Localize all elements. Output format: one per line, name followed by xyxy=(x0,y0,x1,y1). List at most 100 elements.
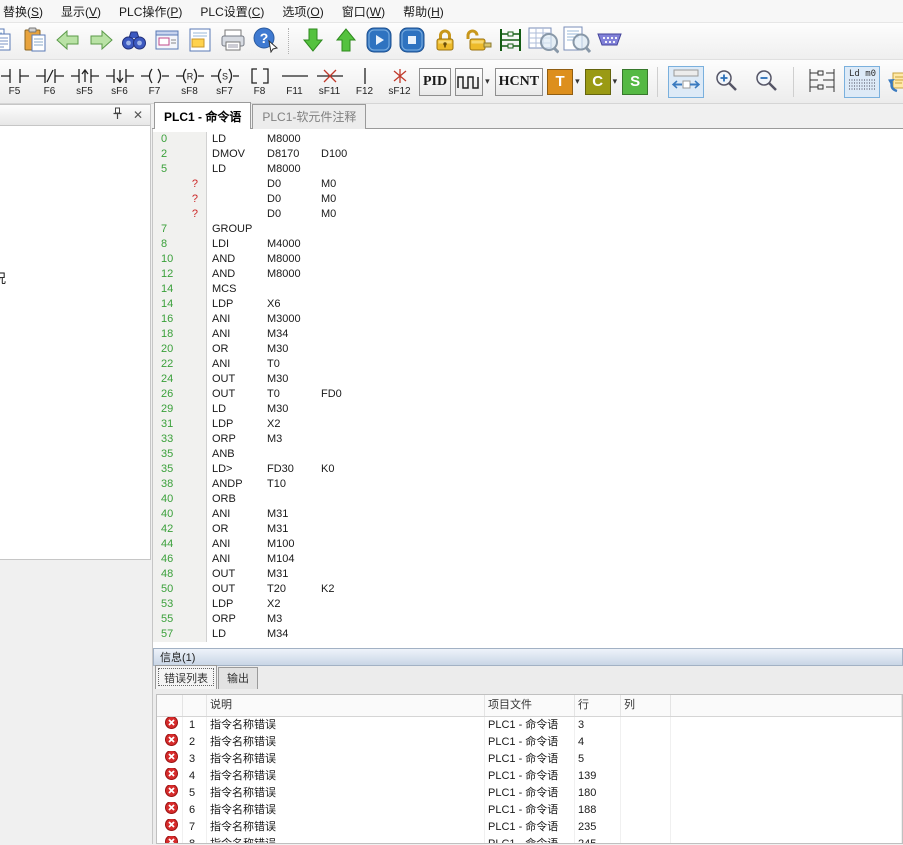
menu-v[interactable]: 显示(V) xyxy=(52,0,110,23)
code-line[interactable]: 22ANIT0 xyxy=(153,357,903,372)
doc-monitor-button[interactable] xyxy=(560,25,593,57)
upload-button[interactable] xyxy=(329,25,362,57)
header-description[interactable]: 说明 xyxy=(207,695,485,716)
coil-out-button[interactable]: F7 xyxy=(137,62,172,102)
error-row[interactable]: 7指令名称错误PLC1 - 命令语235 xyxy=(157,819,902,836)
code-line[interactable]: 42ORM31 xyxy=(153,522,903,537)
code-line[interactable]: 40ORB xyxy=(153,492,903,507)
code-line[interactable]: 2DMOVD8170D100 xyxy=(153,147,903,162)
zoom-out-button[interactable] xyxy=(748,66,784,98)
code-line[interactable]: 53LDPX2 xyxy=(153,597,903,612)
error-row[interactable]: 4指令名称错误PLC1 - 命令语139 xyxy=(157,768,902,785)
horizontal-line-button[interactable]: F11 xyxy=(277,62,312,102)
counter-button[interactable]: C xyxy=(585,69,611,95)
code-line[interactable]: 31LDPX2 xyxy=(153,417,903,432)
copy-button[interactable] xyxy=(0,25,18,57)
code-line[interactable]: 10ANDM8000 xyxy=(153,252,903,267)
code-line[interactable]: 24OUTM30 xyxy=(153,372,903,387)
tab-plc1-instruction-list[interactable]: PLC1 - 命令语 xyxy=(154,102,251,129)
pin-icon[interactable] xyxy=(112,107,123,123)
code-line[interactable]: 14MCS xyxy=(153,282,903,297)
error-row[interactable]: 8指令名称错误PLC1 - 命令语245 xyxy=(157,836,902,844)
find-dialog-button[interactable] xyxy=(150,25,183,57)
stop-button[interactable] xyxy=(395,25,428,57)
code-line[interactable]: 26OUTT0FD0 xyxy=(153,387,903,402)
code-line[interactable]: 35LD>FD30K0 xyxy=(153,462,903,477)
code-line[interactable]: 35ANB xyxy=(153,447,903,462)
run-button[interactable] xyxy=(362,25,395,57)
header-project-file[interactable]: 项目文件 xyxy=(485,695,575,716)
contact-rising-button[interactable]: sF5 xyxy=(67,62,102,102)
code-line[interactable]: 38ANDPT10 xyxy=(153,477,903,492)
counter-dropdown-icon[interactable]: ▾ xyxy=(613,76,618,87)
print-button[interactable] xyxy=(216,25,249,57)
code-line[interactable]: 12ANDM8000 xyxy=(153,267,903,282)
code-line[interactable]: ?D0M0 xyxy=(153,177,903,192)
error-row[interactable]: 6指令名称错误PLC1 - 命令语188 xyxy=(157,802,902,819)
forward-button[interactable] xyxy=(84,25,117,57)
code-line[interactable]: 57LDM34 xyxy=(153,627,903,642)
vertical-line-button[interactable]: F12 xyxy=(347,62,382,102)
pulse-output-dropdown-icon[interactable]: ▾ xyxy=(485,76,490,87)
code-line[interactable]: ?D0M0 xyxy=(153,192,903,207)
code-line[interactable]: 40ANIM31 xyxy=(153,507,903,522)
find-button[interactable] xyxy=(117,25,150,57)
ladder-view-button[interactable] xyxy=(804,66,840,98)
state-button[interactable]: S xyxy=(622,69,648,95)
code-line[interactable]: 14LDPX6 xyxy=(153,297,903,312)
close-panel-icon[interactable]: ✕ xyxy=(133,109,143,121)
code-line[interactable]: 48OUTM31 xyxy=(153,567,903,582)
delete-horizontal-line-button[interactable]: sF11 xyxy=(312,62,347,102)
contact-falling-button[interactable]: sF6 xyxy=(102,62,137,102)
code-line[interactable]: 18ANIM34 xyxy=(153,327,903,342)
paste-button[interactable] xyxy=(18,25,51,57)
code-line[interactable]: 8LDIM4000 xyxy=(153,237,903,252)
help-button[interactable]: ? xyxy=(249,25,282,57)
error-row[interactable]: 2指令名称错误PLC1 - 命令语4 xyxy=(157,734,902,751)
code-line[interactable]: 33ORPM3 xyxy=(153,432,903,447)
menu-o[interactable]: 选项(O) xyxy=(273,0,332,23)
code-line[interactable]: 44ANIM100 xyxy=(153,537,903,552)
code-line[interactable]: 55ORPM3 xyxy=(153,612,903,627)
delete-vertical-line-button[interactable]: sF12 xyxy=(382,62,417,102)
error-row[interactable]: 1指令名称错误PLC1 - 命令语3 xyxy=(157,717,902,734)
code-line[interactable]: 7GROUP xyxy=(153,222,903,237)
fit-width-button[interactable] xyxy=(668,66,704,98)
instruction-block-button[interactable]: F8 xyxy=(242,62,277,102)
instruction-list-editor[interactable]: 0LDM80002DMOVD8170D1005LDM8000?D0M0?D0M0… xyxy=(152,129,903,648)
timer-dropdown-icon[interactable]: ▾ xyxy=(575,76,580,87)
code-line[interactable]: ?D0M0 xyxy=(153,207,903,222)
timer-button[interactable]: T xyxy=(547,69,573,95)
serial-port-button[interactable] xyxy=(593,25,626,57)
download-button[interactable] xyxy=(296,25,329,57)
back-button[interactable] xyxy=(51,25,84,57)
menu-s[interactable]: 替换(S) xyxy=(0,0,52,23)
error-row[interactable]: 5指令名称错误PLC1 - 命令语180 xyxy=(157,785,902,802)
header-column[interactable]: 列 xyxy=(621,695,671,716)
pid-button[interactable]: PID xyxy=(419,68,451,96)
code-line[interactable]: 5LDM8000 xyxy=(153,162,903,177)
hcnt-button[interactable]: HCNT xyxy=(495,68,543,96)
ladder-monitor-button[interactable] xyxy=(494,25,527,57)
contact-closed-button[interactable]: F6 xyxy=(32,62,67,102)
lock-button[interactable] xyxy=(428,25,461,57)
unlock-button[interactable] xyxy=(461,25,494,57)
instruction-list-view-button[interactable]: Ld m0 xyxy=(844,66,880,98)
tab-output[interactable]: 输出 xyxy=(218,667,258,689)
coil-reset-button[interactable]: RsF8 xyxy=(172,62,207,102)
code-line[interactable]: 20ORM30 xyxy=(153,342,903,357)
tab-plc1-device-comments[interactable]: PLC1-软元件注释 xyxy=(252,104,366,129)
convert-button[interactable] xyxy=(884,66,903,98)
zoom-in-button[interactable] xyxy=(708,66,744,98)
header-row[interactable]: 行 xyxy=(575,695,621,716)
code-line[interactable]: 50OUTT20K2 xyxy=(153,582,903,597)
table-monitor-button[interactable] xyxy=(527,25,560,57)
menu-c[interactable]: PLC设置(C) xyxy=(191,0,273,23)
code-line[interactable]: 46ANIM104 xyxy=(153,552,903,567)
menu-h[interactable]: 帮助(H) xyxy=(394,0,453,23)
pulse-output-button[interactable] xyxy=(455,68,483,96)
menu-w[interactable]: 窗口(W) xyxy=(333,0,394,23)
code-line[interactable]: 0LDM8000 xyxy=(153,132,903,147)
menu-p[interactable]: PLC操作(P) xyxy=(110,0,191,23)
tab-error-list[interactable]: 错误列表 xyxy=(155,665,217,689)
